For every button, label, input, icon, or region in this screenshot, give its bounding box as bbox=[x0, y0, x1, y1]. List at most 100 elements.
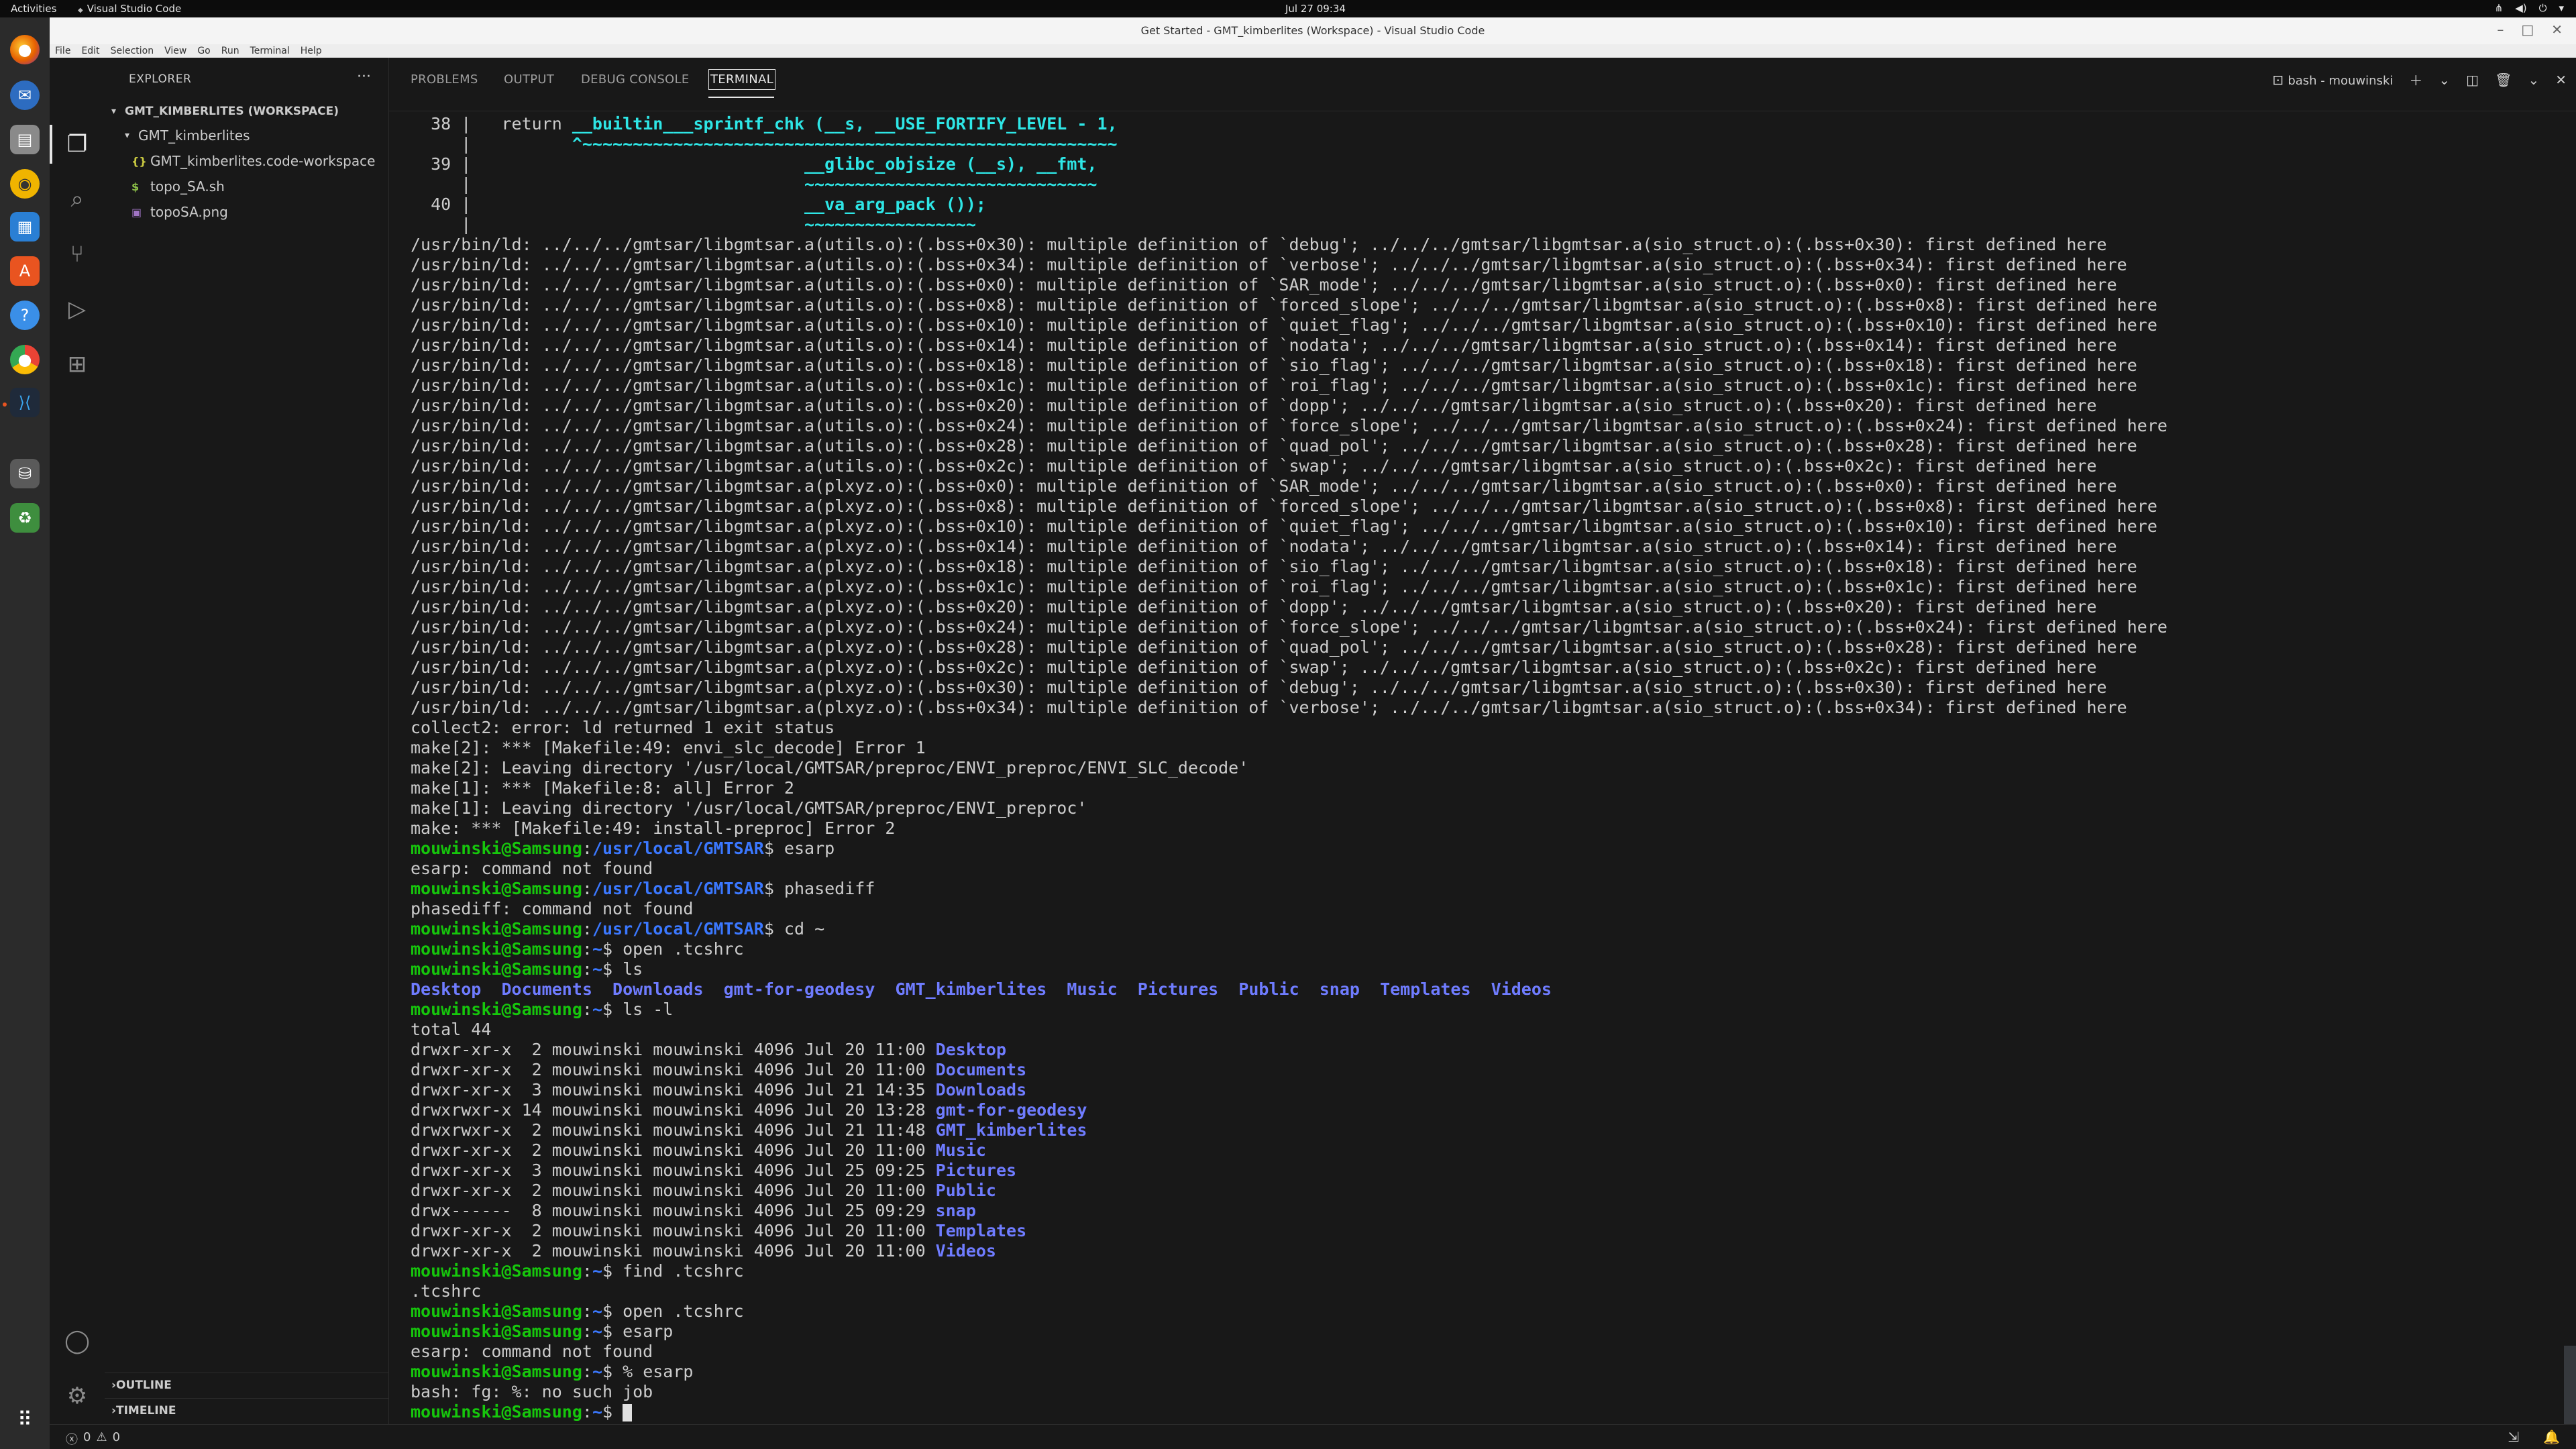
terminal-text: Desktop bbox=[411, 979, 482, 999]
ubuntu-dock: ● ✉ ▤ ◉ ▦ A ? ● ⟩⟨ ⛁ ♻ ⠿ bbox=[0, 17, 50, 1449]
tab-terminal[interactable]: TERMINAL bbox=[708, 69, 775, 90]
terminal-text: $ esarp bbox=[602, 1322, 674, 1341]
search-icon[interactable]: ⌕ bbox=[62, 184, 93, 215]
firefox-icon[interactable]: ● bbox=[10, 35, 40, 64]
chrome-icon[interactable]: ● bbox=[10, 345, 40, 374]
new-terminal-icon[interactable]: ＋ bbox=[2409, 70, 2422, 89]
terminal-text: drwxr-xr-x 2 mouwinski mouwinski 4096 Ju… bbox=[411, 1060, 936, 1079]
terminal-text: $ open .tcshrc bbox=[602, 1301, 744, 1321]
folder-gmt-kimberlites[interactable]: ▾ GMT_kimberlites bbox=[105, 123, 409, 148]
terminal-text: | bbox=[411, 215, 804, 234]
terminal-text: drwxr-xr-x 2 mouwinski mouwinski 4096 Ju… bbox=[411, 1241, 936, 1260]
terminal-text: drwxr-xr-x 2 mouwinski mouwinski 4096 Ju… bbox=[411, 1040, 936, 1059]
account-icon[interactable]: ◯ bbox=[62, 1326, 93, 1356]
app-menu-button[interactable]: ◆ Visual Studio Code bbox=[78, 3, 181, 15]
terminal-text: Videos bbox=[935, 1241, 996, 1260]
terminal-text: Public bbox=[1238, 979, 1299, 999]
terminal-line: drwxrwxr-x 2 mouwinski mouwinski 4096 Ju… bbox=[411, 1120, 2544, 1140]
source-control-icon[interactable]: ⑂ bbox=[62, 239, 93, 270]
maximize-icon[interactable]: □ bbox=[2521, 21, 2534, 38]
system-tray[interactable]: ⋔ ◀) ⏻ ▾ bbox=[2495, 2, 2564, 14]
chevron-down-icon[interactable]: ⌄ bbox=[2438, 72, 2450, 88]
terminal-line: | ~~~~~~~~~~~~~~~~~~~~~~~~~~~~~ bbox=[411, 174, 2544, 195]
terminal-view[interactable]: 38 | return __builtin___sprintf_chk (__s… bbox=[389, 111, 2576, 1424]
terminal-text: __va_arg_pack ()); bbox=[804, 195, 986, 214]
menu-file[interactable]: File bbox=[55, 46, 70, 56]
tab-problems[interactable]: PROBLEMS bbox=[411, 72, 478, 87]
terminal-line: drwxr-xr-x 2 mouwinski mouwinski 4096 Ju… bbox=[411, 1060, 2544, 1080]
more-actions-icon[interactable]: ··· bbox=[357, 68, 371, 85]
kill-terminal-icon[interactable]: 🗑 bbox=[2495, 72, 2512, 88]
vscode-icon[interactable]: ⟩⟨ bbox=[10, 388, 40, 417]
window-title: Get Started - GMT_kimberlites (Workspace… bbox=[1140, 24, 1485, 37]
run-debug-icon[interactable]: ▷ bbox=[62, 294, 93, 325]
terminal-line: /usr/bin/ld: ../../../gmtsar/libgmtsar.a… bbox=[411, 698, 2544, 718]
menu-run[interactable]: Run bbox=[221, 46, 239, 56]
terminal-text: 38 | return bbox=[411, 114, 572, 133]
explorer-icon[interactable]: ❐ bbox=[62, 129, 93, 160]
terminal-line: /usr/bin/ld: ../../../gmtsar/libgmtsar.a… bbox=[411, 637, 2544, 657]
menu-view[interactable]: View bbox=[164, 46, 186, 56]
extensions-icon[interactable]: ⊞ bbox=[62, 349, 93, 380]
terminal-text: ~ bbox=[592, 1322, 602, 1341]
terminal-line: make[1]: Leaving directory '/usr/local/G… bbox=[411, 798, 2544, 818]
tab-output[interactable]: OUTPUT bbox=[504, 72, 554, 87]
terminal-line: total 44 bbox=[411, 1020, 2544, 1040]
tab-debug-console[interactable]: DEBUG CONSOLE bbox=[581, 72, 690, 87]
files-icon[interactable]: ▤ bbox=[10, 125, 40, 154]
menu-terminal[interactable]: Terminal bbox=[250, 46, 290, 56]
minimize-icon[interactable]: – bbox=[2497, 21, 2504, 38]
terminal-text: /usr/bin/ld: ../../../gmtsar/libgmtsar.a… bbox=[411, 376, 2137, 395]
terminal-line: /usr/bin/ld: ../../../gmtsar/libgmtsar.a… bbox=[411, 496, 2544, 517]
terminal-text: drwxrwxr-x 14 mouwinski mouwinski 4096 J… bbox=[411, 1100, 936, 1120]
software-icon[interactable]: A bbox=[10, 256, 40, 286]
terminal-line: /usr/bin/ld: ../../../gmtsar/libgmtsar.a… bbox=[411, 537, 2544, 557]
terminal-text: esarp: command not found bbox=[411, 859, 653, 878]
split-terminal-icon[interactable]: ◫ bbox=[2466, 72, 2479, 88]
terminal-scrollbar[interactable] bbox=[2564, 1346, 2576, 1424]
trash-icon[interactable]: ♻ bbox=[10, 503, 40, 533]
menu-help[interactable]: Help bbox=[301, 46, 322, 56]
accounts-broadcast-icon[interactable]: ⇲ bbox=[2508, 1429, 2519, 1445]
terminal-text: /usr/bin/ld: ../../../gmtsar/libgmtsar.a… bbox=[411, 476, 2117, 496]
activities-button[interactable]: Activities bbox=[11, 3, 56, 15]
terminal-text: /usr/bin/ld: ../../../gmtsar/libgmtsar.a… bbox=[411, 577, 2137, 596]
problems-status[interactable]: ⓧ 0 ⚠ 0 bbox=[66, 1430, 120, 1448]
terminal-text: | bbox=[411, 134, 572, 154]
clock-button[interactable]: Jul 27 09:34 bbox=[1285, 3, 1346, 15]
workspace-root[interactable]: ▾ GMT_KIMBERLITES (WORKSPACE) bbox=[105, 99, 396, 123]
close-panel-icon[interactable]: ✕ bbox=[2555, 72, 2567, 88]
file-item[interactable]: {} GMT_kimberlites.code-workspace bbox=[105, 149, 416, 173]
outline-section[interactable]: › OUTLINE bbox=[105, 1373, 389, 1397]
terminal-instance[interactable]: ⊡ bash - mouwinski bbox=[2272, 72, 2393, 88]
file-label: topo_SA.sh bbox=[150, 178, 225, 195]
menu-selection[interactable]: Selection bbox=[111, 46, 154, 56]
timeline-section[interactable]: › TIMELINE bbox=[105, 1398, 389, 1422]
chevron-down-icon[interactable]: ⌄ bbox=[2528, 72, 2539, 88]
terminal-text: /usr/bin/ld: ../../../gmtsar/libgmtsar.a… bbox=[411, 537, 2117, 556]
terminal-text: /usr/bin/ld: ../../../gmtsar/libgmtsar.a… bbox=[411, 396, 2097, 415]
rhythmbox-icon[interactable]: ◉ bbox=[10, 169, 40, 199]
menu-edit[interactable]: Edit bbox=[81, 46, 99, 56]
terminal-text: : bbox=[582, 1402, 592, 1421]
disk-icon[interactable]: ⛁ bbox=[10, 459, 40, 488]
writer-icon[interactable]: ▦ bbox=[10, 212, 40, 241]
terminal-line: esarp: command not found bbox=[411, 859, 2544, 879]
terminal-text: Music bbox=[1067, 979, 1118, 999]
terminal-text: make: *** [Makefile:49: install-preproc]… bbox=[411, 818, 896, 838]
menu-go[interactable]: Go bbox=[197, 46, 210, 56]
file-item[interactable]: ▣ topoSA.png bbox=[105, 200, 416, 224]
thunderbird-icon[interactable]: ✉ bbox=[10, 80, 40, 110]
close-icon[interactable]: ✕ bbox=[2551, 21, 2563, 38]
help-icon[interactable]: ? bbox=[10, 301, 40, 330]
window-title-bar[interactable]: Get Started - GMT_kimberlites (Workspace… bbox=[50, 17, 2576, 44]
explorer-sidebar: EXPLORER ··· ▾ GMT_KIMBERLITES (WORKSPAC… bbox=[105, 58, 389, 1424]
settings-gear-icon[interactable]: ⚙ bbox=[62, 1381, 93, 1411]
app-grid-icon[interactable]: ⠿ bbox=[10, 1405, 40, 1434]
file-item[interactable]: $ topo_SA.sh bbox=[105, 174, 416, 199]
terminal-line: 40 | __va_arg_pack ()); bbox=[411, 195, 2544, 215]
notifications-bell-icon[interactable]: 🔔 bbox=[2543, 1429, 2560, 1445]
terminal-text: $ open .tcshrc bbox=[602, 939, 744, 959]
app-menu-label: Visual Studio Code bbox=[87, 3, 182, 15]
